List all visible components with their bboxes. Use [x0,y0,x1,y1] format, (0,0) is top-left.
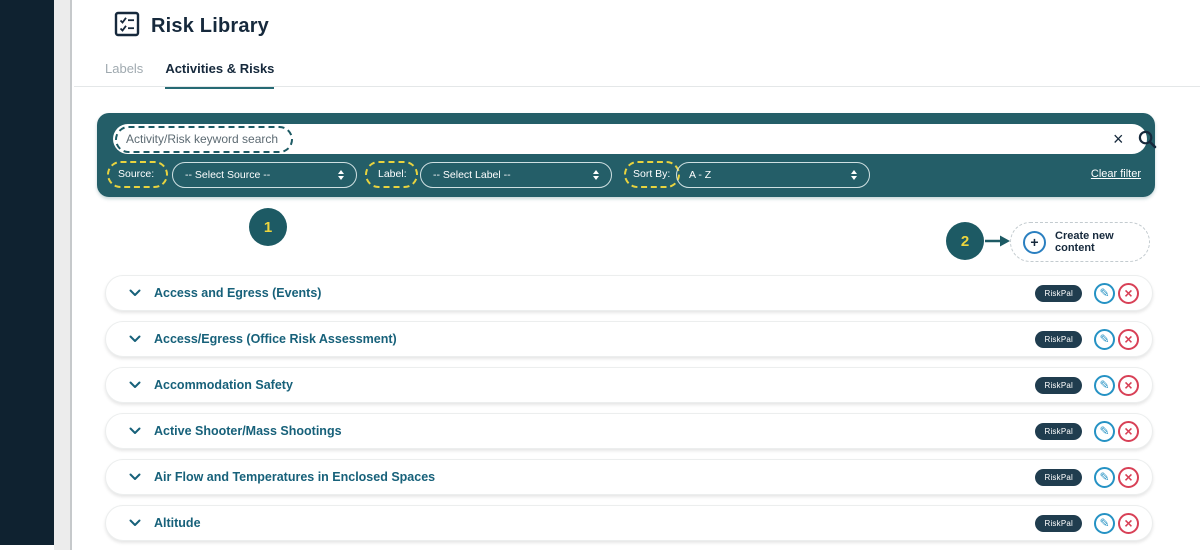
delete-button[interactable]: × [1118,512,1139,534]
risk-row-list: Access and Egress (Events) RiskPal ✎ × A… [105,275,1153,550]
sidebar-gutter [54,0,72,550]
sortby-filter-label: Sort By: [633,168,671,180]
risk-row-title: Access and Egress (Events) [154,286,322,300]
delete-x-icon: × [1124,423,1133,439]
risk-row[interactable]: Altitude RiskPal ✎ × [105,505,1153,541]
tab-bar: Labels Activities & Risks [105,61,275,89]
dropdown-arrows-icon [851,170,857,180]
chevron-down-icon[interactable] [129,381,141,389]
risk-row-title: Air Flow and Temperatures in Enclosed Sp… [154,470,436,484]
delete-x-icon: × [1124,331,1133,347]
pencil-icon: ✎ [1099,286,1110,300]
source-filter-label: Source: [118,168,155,180]
source-badge: RiskPal [1035,284,1082,302]
dropdown-arrows-icon [593,170,599,180]
risk-row[interactable]: Accommodation Safety RiskPal ✎ × [105,367,1153,403]
keyword-search-input[interactable] [113,124,1147,154]
pencil-icon: ✎ [1099,378,1110,392]
chevron-down-icon[interactable] [129,335,141,343]
delete-x-icon: × [1124,285,1133,301]
risk-row[interactable]: Active Shooter/Mass Shootings RiskPal ✎ … [105,413,1153,449]
risk-row-title: Active Shooter/Mass Shootings [154,424,342,438]
tab-divider [74,86,1200,87]
risk-library-icon [114,11,140,42]
annotation-step-2: 2 [946,222,984,260]
delete-button[interactable]: × [1118,374,1139,396]
delete-x-icon: × [1124,515,1133,531]
dropdown-arrows-icon [338,170,344,180]
risk-library-page: Risk Library Labels Activities & Risks ×… [0,0,1200,550]
source-badge: RiskPal [1035,330,1082,348]
risk-row[interactable]: Air Flow and Temperatures in Enclosed Sp… [105,459,1153,495]
delete-button[interactable]: × [1118,466,1139,488]
label-filter-select[interactable]: -- Select Label -- [420,162,612,188]
risk-row-title: Altitude [154,516,201,530]
chevron-down-icon[interactable] [129,519,141,527]
edit-button[interactable]: ✎ [1094,374,1115,396]
pencil-icon: ✎ [1099,332,1110,346]
delete-button[interactable]: × [1118,282,1139,304]
search-icon[interactable] [1137,129,1158,155]
create-new-content-button[interactable]: + Create new content [1010,222,1150,262]
app-sidebar [0,0,54,545]
source-badge: RiskPal [1035,468,1082,486]
delete-x-icon: × [1124,377,1133,393]
page-title: Risk Library [151,15,270,37]
risk-row-title: Accommodation Safety [154,378,293,392]
annotation-arrow-icon [985,234,1011,253]
edit-button[interactable]: ✎ [1094,512,1115,534]
clear-search-icon[interactable]: × [1113,126,1124,152]
delete-x-icon: × [1124,469,1133,485]
delete-button[interactable]: × [1118,420,1139,442]
chevron-down-icon[interactable] [129,473,141,481]
source-badge: RiskPal [1035,514,1082,532]
pencil-icon: ✎ [1099,516,1110,530]
clear-filter-link[interactable]: Clear filter [1091,168,1141,180]
risk-row[interactable]: Access and Egress (Events) RiskPal ✎ × [105,275,1153,311]
edit-button[interactable]: ✎ [1094,466,1115,488]
tab-activities-risks[interactable]: Activities & Risks [165,61,275,89]
source-filter-select[interactable]: -- Select Source -- [172,162,357,188]
pencil-icon: ✎ [1099,470,1110,484]
sortby-filter-select[interactable]: A - Z [676,162,870,188]
main-content: Risk Library Labels Activities & Risks ×… [74,0,1200,550]
edit-button[interactable]: ✎ [1094,328,1115,350]
search-filter-panel: × Source: -- Select Source -- Label: -- … [97,113,1158,197]
risk-row[interactable]: Access/Egress (Office Risk Assessment) R… [105,321,1153,357]
delete-button[interactable]: × [1118,328,1139,350]
edit-button[interactable]: ✎ [1094,420,1115,442]
risk-row-title: Access/Egress (Office Risk Assessment) [154,332,397,346]
plus-icon: + [1023,230,1046,254]
label-filter-label: Label: [378,168,407,180]
tab-labels[interactable]: Labels [105,61,143,89]
source-badge: RiskPal [1035,422,1082,440]
create-new-content-label: Create new content [1055,229,1114,255]
chevron-down-icon[interactable] [129,289,141,297]
edit-button[interactable]: ✎ [1094,282,1115,304]
pencil-icon: ✎ [1099,424,1110,438]
source-badge: RiskPal [1035,376,1082,394]
page-header: Risk Library [114,11,269,42]
chevron-down-icon[interactable] [129,427,141,435]
annotation-step-1: 1 [249,208,287,246]
